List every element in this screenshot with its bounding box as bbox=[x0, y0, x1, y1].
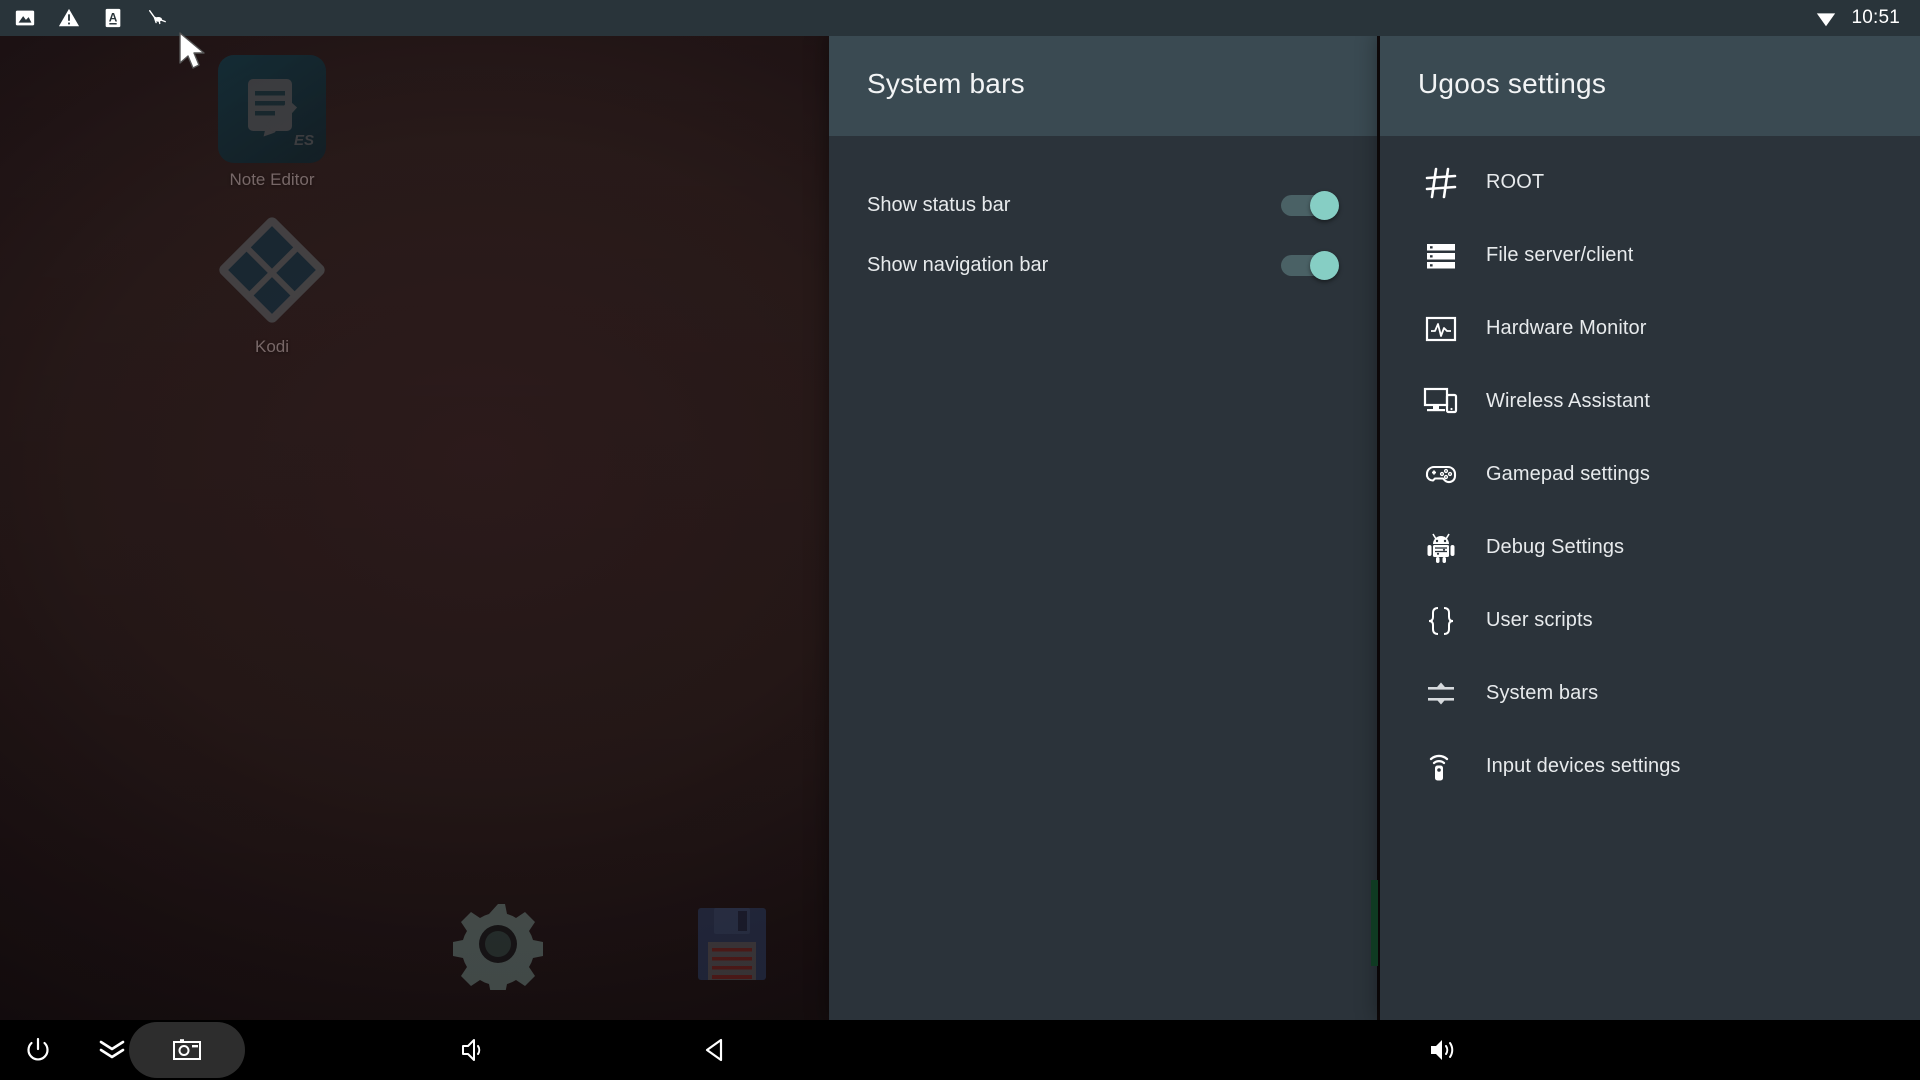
power-button[interactable] bbox=[8, 1020, 68, 1080]
double-chevron-down-icon bbox=[99, 1040, 125, 1059]
hash-icon bbox=[1418, 162, 1464, 204]
list-item-label: Debug Settings bbox=[1486, 536, 1625, 558]
floppy-save-icon bbox=[698, 908, 766, 980]
letter-a-icon: A bbox=[105, 8, 121, 28]
list-item-label: Gamepad settings bbox=[1486, 463, 1650, 485]
app-icon-kodi[interactable]: Kodi bbox=[172, 215, 372, 357]
note-editor-tile: ES bbox=[218, 55, 326, 163]
back-button[interactable] bbox=[685, 1020, 745, 1080]
ugoos-settings-list: ROOT File server/client Hardware Monitor… bbox=[1380, 136, 1920, 803]
gamepad-icon bbox=[1418, 454, 1464, 496]
volume-icon bbox=[462, 1039, 481, 1061]
note-document-icon: ES bbox=[248, 79, 314, 149]
screen-phone-icon bbox=[1418, 381, 1464, 423]
status-bar-clock: 10:51 bbox=[1851, 7, 1900, 28]
app-label-note-editor: Note Editor bbox=[229, 170, 315, 189]
app-label-kodi: Kodi bbox=[254, 337, 290, 356]
setting-label-show-status-bar: Show status bar bbox=[867, 193, 1011, 216]
power-icon bbox=[27, 1037, 49, 1061]
status-bar-left-icons: A bbox=[0, 7, 168, 29]
list-item-label: File server/client bbox=[1486, 244, 1634, 266]
setting-label-show-navigation-bar: Show navigation bar bbox=[867, 253, 1049, 276]
list-item-user-scripts[interactable]: User scripts bbox=[1380, 584, 1920, 657]
svg-text:ES: ES bbox=[294, 132, 314, 149]
list-item-root[interactable]: ROOT bbox=[1380, 146, 1920, 219]
toggle-show-navigation-bar[interactable] bbox=[1281, 251, 1339, 280]
curly-braces-icon bbox=[1418, 600, 1464, 642]
system-bars-panel-title: System bars bbox=[867, 68, 1025, 99]
monitor-pulse-icon bbox=[1418, 308, 1464, 350]
svg-text:A: A bbox=[109, 11, 118, 25]
ugoos-settings-panel: Ugoos settings ROOT File server/client H… bbox=[1380, 32, 1920, 1020]
dock-settings-gear[interactable] bbox=[452, 898, 544, 994]
volume-button-left[interactable] bbox=[442, 1020, 502, 1080]
warning-icon bbox=[58, 8, 80, 27]
toggle-show-status-bar[interactable] bbox=[1281, 191, 1339, 220]
screenshot-button[interactable] bbox=[129, 1020, 245, 1080]
image-icon bbox=[15, 10, 35, 26]
navigation-bar bbox=[0, 1020, 1920, 1080]
setting-row-show-navigation-bar[interactable]: Show navigation bar bbox=[829, 228, 1377, 302]
list-item-label: Input devices settings bbox=[1486, 755, 1681, 777]
volume-button-right[interactable] bbox=[1413, 1020, 1473, 1080]
remote-control-icon bbox=[1418, 746, 1464, 788]
system-bars-panel-header: System bars bbox=[829, 32, 1377, 136]
status-bar-right: 10:51 bbox=[1815, 7, 1920, 29]
toggle-knob bbox=[1310, 251, 1339, 280]
ugoos-panel-title: Ugoos settings bbox=[1418, 68, 1607, 99]
panel-scroll-indicator[interactable] bbox=[1371, 880, 1378, 966]
list-item-hardware-monitor[interactable]: Hardware Monitor bbox=[1380, 292, 1920, 365]
ugoos-panel-header: Ugoos settings bbox=[1380, 32, 1920, 136]
server-icon bbox=[1418, 235, 1464, 277]
list-item-label: User scripts bbox=[1486, 609, 1593, 631]
screenshot-icon bbox=[173, 1039, 201, 1060]
system-bars-panel: System bars Show status bar Show navigat… bbox=[829, 32, 1377, 1020]
android-robot-icon bbox=[1418, 527, 1464, 569]
sliders-icon bbox=[1418, 673, 1464, 715]
wifi-icon bbox=[1817, 13, 1836, 27]
list-item-label: Wireless Assistant bbox=[1486, 390, 1651, 412]
list-item-label: System bars bbox=[1486, 682, 1599, 704]
toggle-knob bbox=[1310, 191, 1339, 220]
kodi-logo-icon bbox=[219, 217, 325, 323]
settings-gear-icon bbox=[453, 904, 543, 994]
list-item-input-devices-settings[interactable]: Input devices settings bbox=[1380, 730, 1920, 803]
volume-up-icon bbox=[1431, 1040, 1454, 1060]
list-item-wireless-assistant[interactable]: Wireless Assistant bbox=[1380, 365, 1920, 438]
status-bar: A 10:51 bbox=[0, 0, 1920, 36]
list-item-file-server-client[interactable]: File server/client bbox=[1380, 219, 1920, 292]
insect-icon bbox=[148, 9, 166, 25]
list-item-debug-settings[interactable]: Debug Settings bbox=[1380, 511, 1920, 584]
list-item-system-bars[interactable]: System bars bbox=[1380, 657, 1920, 730]
list-item-label: ROOT bbox=[1486, 171, 1545, 193]
mouse-cursor bbox=[179, 32, 205, 69]
dock-save-floppy[interactable] bbox=[686, 898, 778, 990]
back-triangle-icon bbox=[705, 1038, 723, 1062]
list-item-gamepad-settings[interactable]: Gamepad settings bbox=[1380, 438, 1920, 511]
list-item-label: Hardware Monitor bbox=[1486, 317, 1647, 339]
